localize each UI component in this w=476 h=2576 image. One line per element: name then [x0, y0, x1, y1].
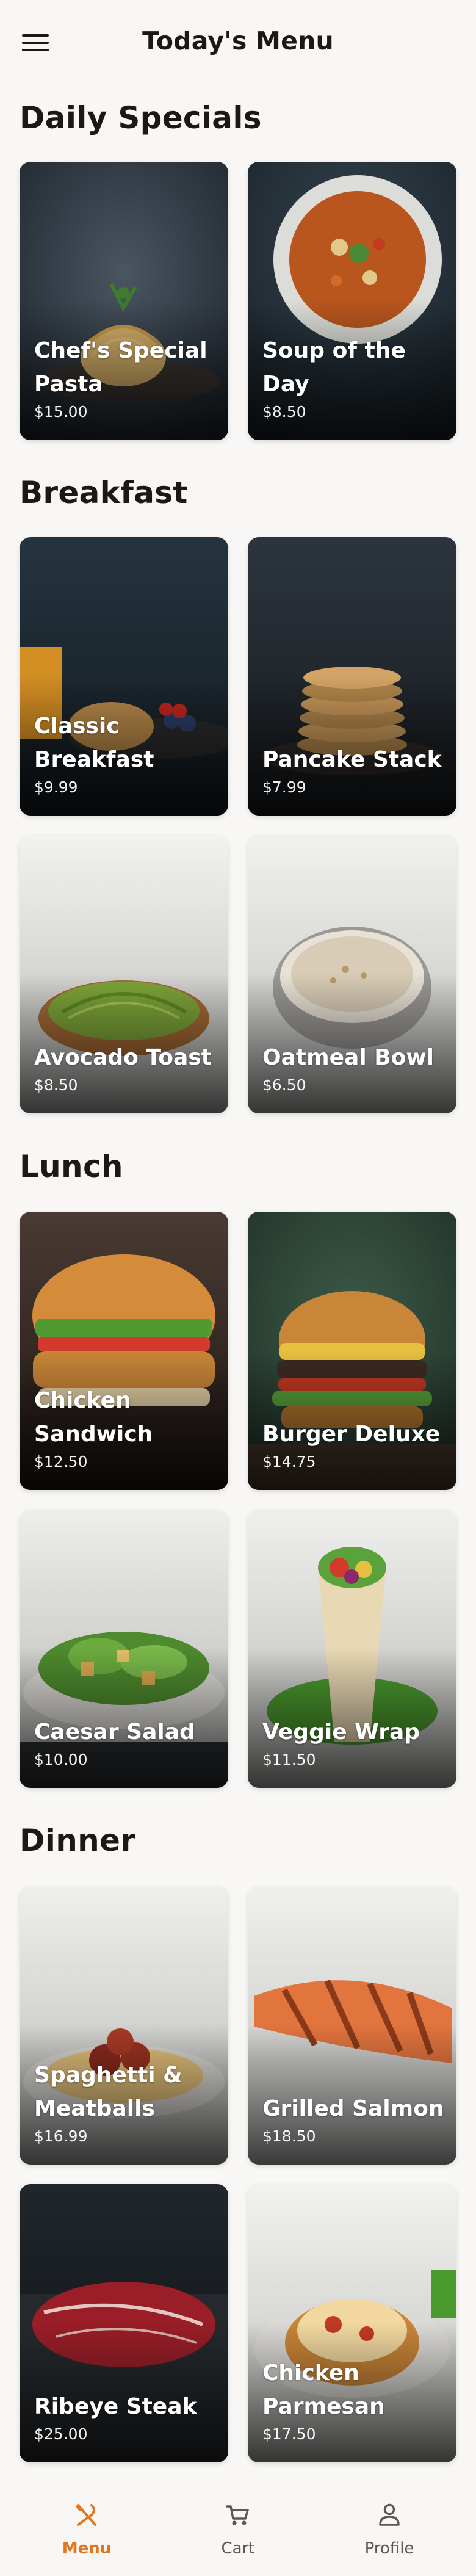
menu-item-price: $18.50 [262, 2127, 316, 2145]
menu-item-card[interactable]: Avocado Toast $8.50 [20, 835, 228, 1113]
menu-item-name: Burger Deluxe [262, 1422, 441, 1447]
menu-item-price: $10.00 [34, 1751, 88, 1768]
nav-item-cart[interactable]: Cart [159, 2483, 317, 2576]
menu-item-price: $14.75 [262, 1453, 316, 1471]
menu-item-card[interactable]: Grilled Salmon $18.50 [248, 1886, 456, 2165]
menu-item-card[interactable]: Caesar Salad $10.00 [20, 1510, 228, 1788]
menu-item-name: Chicken Sandwich [34, 1388, 153, 1447]
menu-item-card[interactable]: Pancake Stack $7.99 [248, 537, 456, 816]
menu-item-name: Caesar Salad [34, 1720, 195, 1745]
menu-item-name: Oatmeal Bowl [262, 1045, 434, 1070]
section-title-daily-specials: Daily Specials [20, 100, 262, 136]
nav-label-profile: Profile [364, 2539, 414, 2558]
menu-item-price: $17.50 [262, 2425, 316, 2443]
fork-knife-icon [76, 2504, 96, 2526]
menu-item-name: Chicken Parmesan [262, 2361, 385, 2419]
menu-item-price: $25.00 [34, 2425, 88, 2443]
menu-item-card[interactable]: Chef's Special Pasta $15.00 [20, 162, 228, 440]
app-header: Today's Menu [0, 0, 476, 84]
nav-item-profile[interactable]: Profile [310, 2483, 469, 2576]
section-title-dinner: Dinner [20, 1823, 136, 1858]
menu-item-price: $11.50 [262, 1751, 316, 1768]
menu-item-card[interactable]: Spaghetti & Meatballs $16.99 [20, 1886, 228, 2165]
menu-item-card[interactable]: Burger Deluxe $14.75 [248, 1212, 456, 1490]
menu-item-price: $8.50 [34, 1076, 78, 1094]
menu-item-price: $12.50 [34, 1453, 88, 1471]
menu-item-card[interactable]: Chicken Sandwich $12.50 [20, 1212, 228, 1490]
menu-item-name: Pancake Stack [262, 747, 442, 772]
menu-item-name: Avocado Toast [34, 1045, 212, 1070]
nav-item-menu[interactable]: Menu [7, 2483, 166, 2576]
menu-item-price: $8.50 [262, 403, 306, 421]
page-title: Today's Menu [142, 26, 334, 56]
menu-item-card[interactable]: Chicken Parmesan $17.50 [248, 2184, 456, 2462]
bottom-nav: Menu Cart Profile [0, 2483, 476, 2576]
menu-item-name: Ribeye Steak [34, 2394, 197, 2419]
menu-item-card[interactable]: Classic Breakfast $9.99 [20, 537, 228, 816]
menu-item-card[interactable]: Oatmeal Bowl $6.50 [248, 835, 456, 1113]
menu-item-name: Classic Breakfast [34, 714, 154, 772]
section-title-lunch: Lunch [20, 1149, 123, 1184]
menu-item-price: $16.99 [34, 2127, 88, 2145]
user-icon [379, 2503, 400, 2526]
menu-item-name: Veggie Wrap [262, 1720, 420, 1745]
menu-item-name: Soup of the Day [262, 338, 406, 397]
menu-item-name: Grilled Salmon [262, 2096, 444, 2121]
nav-label-cart: Cart [221, 2539, 255, 2558]
menu-item-card[interactable]: Soup of the Day $8.50 [248, 162, 456, 440]
menu-item-price: $9.99 [34, 778, 78, 796]
menu-item-card[interactable]: Veggie Wrap $11.50 [248, 1510, 456, 1788]
menu-item-name: Spaghetti & Meatballs [34, 2063, 182, 2121]
menu-item-price: $7.99 [262, 778, 306, 796]
menu-item-price: $6.50 [262, 1076, 306, 1094]
section-title-breakfast: Breakfast [20, 475, 188, 510]
menu-item-name: Chef's Special Pasta [34, 338, 207, 397]
menu-item-card[interactable]: Ribeye Steak $25.00 [20, 2184, 228, 2462]
cart-icon [226, 2505, 249, 2525]
nav-label-menu: Menu [62, 2539, 112, 2558]
menu-item-price: $15.00 [34, 403, 88, 421]
